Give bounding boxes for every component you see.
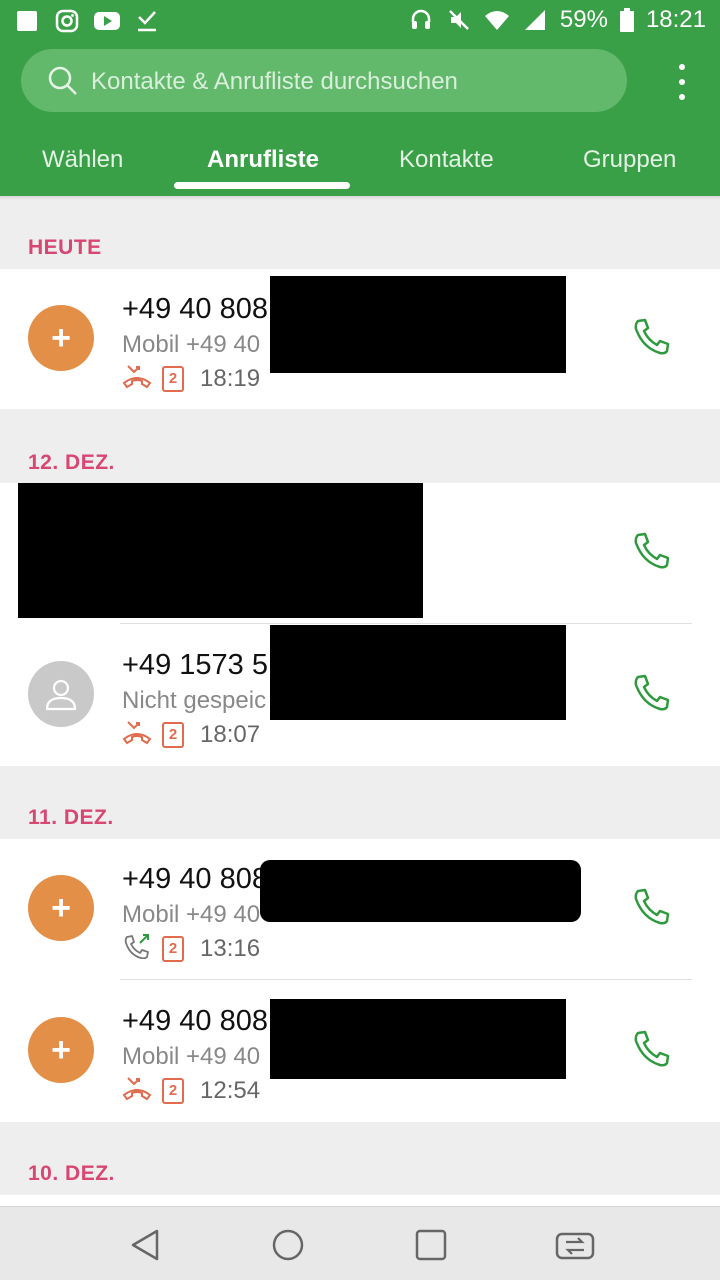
call-log-row[interactable] <box>0 483 720 623</box>
call-meta: 2 18:07 <box>122 719 260 750</box>
caller-number: +49 40 808 <box>122 1005 268 1037</box>
signal-icon <box>522 7 548 33</box>
plus-icon: + <box>51 319 71 357</box>
redaction-block <box>270 625 566 720</box>
switch-sim-icon[interactable] <box>554 1225 595 1265</box>
app-bar: Kontakte & Anrufliste durchsuchen Wählen… <box>0 42 720 196</box>
battery-percent: 59% <box>559 6 608 33</box>
sim-icon: 2 <box>162 721 184 748</box>
tab-bar: Wählen Anrufliste Kontakte Gruppen <box>0 138 720 196</box>
status-bar: 59% 18:21 <box>0 0 720 42</box>
add-contact-avatar[interactable]: + <box>28 1017 94 1083</box>
tab-contacts[interactable]: Kontakte <box>399 146 494 174</box>
caller-number: +49 40 808 <box>122 863 268 895</box>
headset-icon <box>408 7 434 33</box>
call-time: 18:19 <box>200 364 261 392</box>
section-header-dec-11: 11. DEZ. <box>28 806 114 829</box>
call-time: 12:54 <box>200 1076 261 1104</box>
mute-icon <box>446 7 472 33</box>
missed-call-icon <box>122 363 152 394</box>
plus-icon: + <box>51 889 71 927</box>
call-button[interactable] <box>630 529 674 573</box>
redaction-block <box>260 860 581 922</box>
caller-number: +49 40 808 <box>122 293 268 325</box>
plus-icon: + <box>51 1031 71 1069</box>
sim-icon: 2 <box>162 365 184 392</box>
redaction-block <box>270 276 566 373</box>
download-done-icon <box>134 8 160 34</box>
section-header-today: HEUTE <box>28 236 102 259</box>
person-icon <box>45 679 77 711</box>
call-log-row[interactable]: + +49 40 808 Mobil +49 40 2 13:16 <box>0 839 720 979</box>
section-header-dec-10: 10. DEZ. <box>28 1162 115 1185</box>
section-header-dec-12: 12. DEZ. <box>28 451 115 474</box>
call-meta: 2 18:19 <box>122 363 260 394</box>
battery-icon <box>619 7 634 33</box>
call-button[interactable] <box>630 1027 674 1071</box>
section-card-dec-12: +49 1573 5 Nicht gespeic 2 18:07 <box>0 483 720 766</box>
status-time: 18:21 <box>645 6 706 33</box>
call-button[interactable] <box>630 315 674 359</box>
app-bar-shadow <box>0 196 720 200</box>
notification-square-icon <box>14 8 40 34</box>
search-placeholder: Kontakte & Anrufliste durchsuchen <box>91 68 458 95</box>
caller-sub: Mobil +49 40 <box>122 901 261 928</box>
redaction-block <box>270 999 566 1079</box>
redaction-block <box>18 483 423 618</box>
search-icon <box>47 65 79 102</box>
caller-sub: Mobil +49 40 <box>122 1043 261 1070</box>
tab-groups[interactable]: Gruppen <box>583 146 676 174</box>
recents-icon[interactable] <box>411 1225 451 1265</box>
call-time: 18:07 <box>200 720 261 748</box>
sim-icon: 2 <box>162 1077 184 1104</box>
call-log-row[interactable]: + +49 40 808 Mobil +49 40 2 12:54 <box>0 981 720 1121</box>
tab-call-log[interactable]: Anrufliste <box>207 146 319 174</box>
section-card-today: + +49 40 808 Mobil +49 40 2 18:19 <box>0 269 720 409</box>
wifi-icon <box>484 7 510 33</box>
missed-call-icon <box>122 719 152 750</box>
caller-sub: Nicht gespeic <box>122 687 267 714</box>
system-nav-bar <box>0 1206 720 1280</box>
call-log-row[interactable]: + +49 40 808 Mobil +49 40 2 18:19 <box>0 269 720 409</box>
phone-icon <box>634 532 670 569</box>
youtube-icon <box>94 8 120 34</box>
call-button[interactable] <box>630 671 674 715</box>
phone-icon <box>634 674 670 711</box>
search-bar[interactable]: Kontakte & Anrufliste durchsuchen <box>21 49 627 112</box>
section-card-dec-11: + +49 40 808 Mobil +49 40 2 13:16 + +49 … <box>0 839 720 1122</box>
phone-icon <box>634 318 670 355</box>
overflow-menu-icon[interactable] <box>664 60 700 104</box>
call-button[interactable] <box>630 885 674 929</box>
phone-icon <box>634 1030 670 1067</box>
back-icon[interactable] <box>126 1225 166 1265</box>
call-time: 13:16 <box>200 934 261 962</box>
caller-sub: Mobil +49 40 <box>122 331 261 358</box>
outgoing-call-icon <box>122 933 152 964</box>
sim-icon: 2 <box>162 935 184 962</box>
phone-icon <box>634 888 670 925</box>
caller-number: +49 1573 5 <box>122 649 268 681</box>
unknown-contact-avatar[interactable] <box>28 661 94 727</box>
add-contact-avatar[interactable]: + <box>28 305 94 371</box>
tab-dial[interactable]: Wählen <box>42 146 123 174</box>
call-meta: 2 13:16 <box>122 933 260 964</box>
row-divider <box>120 979 692 980</box>
active-tab-indicator <box>174 182 350 189</box>
row-divider <box>120 623 692 624</box>
add-contact-avatar[interactable]: + <box>28 875 94 941</box>
missed-call-icon <box>122 1075 152 1106</box>
instagram-icon <box>54 8 80 34</box>
home-icon[interactable] <box>268 1225 308 1265</box>
call-log-row[interactable]: +49 1573 5 Nicht gespeic 2 18:07 <box>0 625 720 765</box>
call-meta: 2 12:54 <box>122 1075 260 1106</box>
